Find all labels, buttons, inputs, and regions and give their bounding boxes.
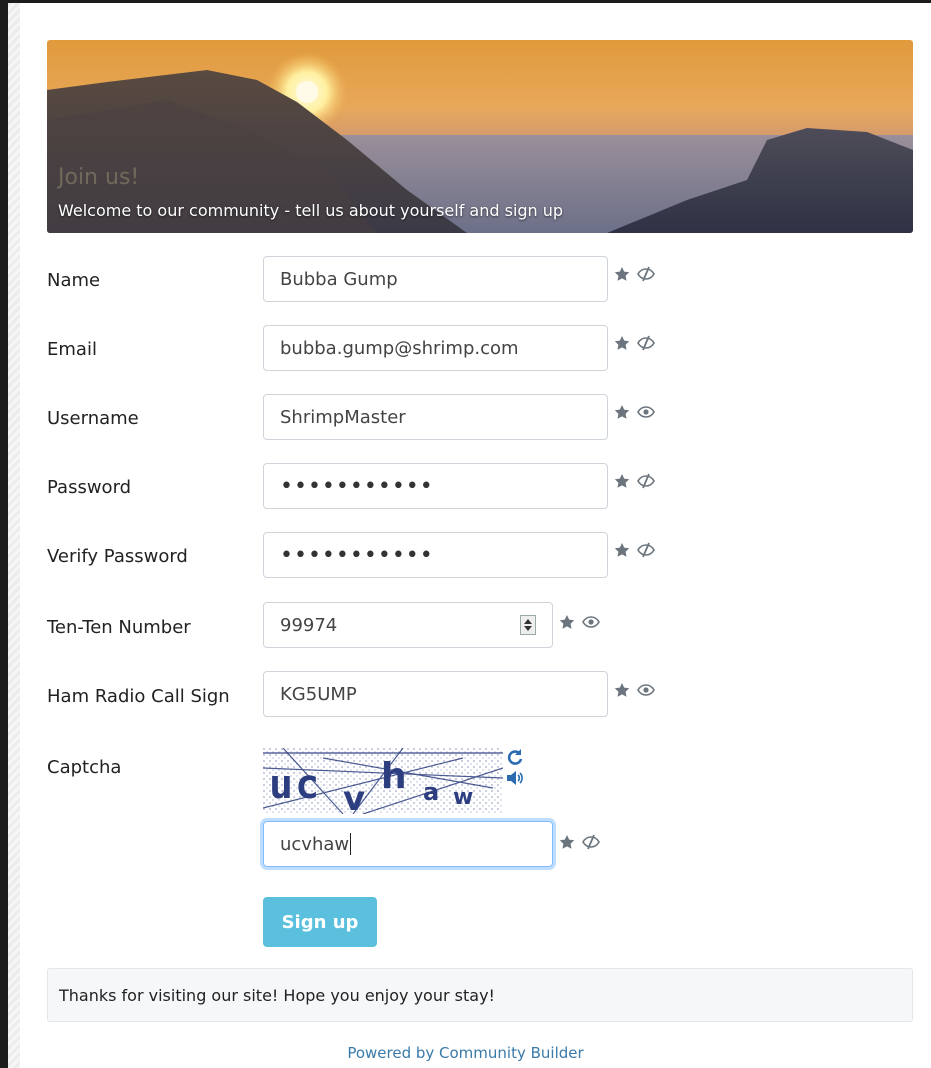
eye-icon[interactable]: [581, 614, 601, 630]
page-margin: [8, 3, 20, 1068]
powered-by-link[interactable]: Powered by Community Builder: [0, 1044, 931, 1062]
banner-subtitle: Welcome to our community - tell us about…: [58, 201, 564, 220]
email-label: Email: [47, 339, 97, 360]
required-star-icon: [559, 835, 575, 849]
svg-text:a: a: [423, 778, 439, 806]
footer-message: Thanks for visiting our site! Hope you e…: [47, 968, 913, 1022]
sign-up-button[interactable]: Sign up: [263, 897, 377, 947]
verify-password-input[interactable]: •••••••••••: [263, 532, 608, 578]
required-star-icon: [614, 336, 630, 350]
username-field-icons: [614, 404, 656, 420]
captcha-tools: [506, 748, 524, 786]
window-frame-top: [0, 0, 931, 3]
required-star-icon: [614, 543, 630, 557]
footer-message-text: Thanks for visiting our site! Hope you e…: [59, 985, 495, 1005]
ten-ten-number-label: Ten-Ten Number: [47, 617, 191, 638]
captcha-label: Captcha: [47, 757, 122, 778]
captcha-image: uc v h a w: [263, 748, 503, 814]
email-input[interactable]: bubba.gump@shrimp.com: [263, 325, 608, 371]
password-label: Password: [47, 477, 132, 498]
verify-password-field-icons: [614, 542, 656, 558]
required-star-icon: [614, 405, 630, 419]
call-sign-label: Ham Radio Call Sign: [47, 686, 230, 707]
name-field-icons: [614, 266, 656, 282]
window-frame-left: [0, 0, 8, 1068]
hidden-eye-icon[interactable]: [581, 834, 601, 850]
password-input[interactable]: •••••••••••: [263, 463, 608, 509]
header-banner: Join us! Welcome to our community - tell…: [47, 40, 913, 233]
eye-icon[interactable]: [636, 404, 656, 420]
name-input[interactable]: Bubba Gump: [263, 256, 608, 302]
hidden-eye-icon[interactable]: [636, 473, 656, 489]
number-spinner[interactable]: [520, 615, 536, 635]
captcha-field-icons: [559, 834, 601, 850]
audio-icon[interactable]: [506, 770, 524, 786]
required-star-icon: [559, 615, 575, 629]
call-sign-field-icons: [614, 682, 656, 698]
hidden-eye-icon[interactable]: [636, 335, 656, 351]
text-caret: [350, 833, 352, 855]
required-star-icon: [614, 267, 630, 281]
email-field-icons: [614, 335, 656, 351]
refresh-icon[interactable]: [506, 748, 524, 766]
svg-text:v: v: [343, 779, 365, 814]
svg-text:w: w: [453, 785, 473, 810]
hidden-eye-icon[interactable]: [636, 266, 656, 282]
ten-ten-number-field-icons: [559, 614, 601, 630]
banner-title: Join us!: [58, 165, 140, 190]
svg-text:uc: uc: [269, 762, 321, 808]
username-input[interactable]: ShrimpMaster: [263, 394, 608, 440]
verify-password-label: Verify Password: [47, 546, 188, 567]
svg-text:h: h: [381, 756, 407, 797]
eye-icon[interactable]: [636, 682, 656, 698]
hidden-eye-icon[interactable]: [636, 542, 656, 558]
username-label: Username: [47, 408, 139, 429]
required-star-icon: [614, 683, 630, 697]
captcha-input[interactable]: ucvhaw: [263, 821, 553, 867]
ten-ten-number-value: 99974: [280, 614, 338, 636]
ten-ten-number-input[interactable]: 99974: [263, 602, 553, 648]
captcha-value: ucvhaw: [280, 833, 350, 855]
password-field-icons: [614, 473, 656, 489]
name-label: Name: [47, 270, 101, 291]
required-star-icon: [614, 474, 630, 488]
call-sign-input[interactable]: KG5UMP: [263, 671, 608, 717]
